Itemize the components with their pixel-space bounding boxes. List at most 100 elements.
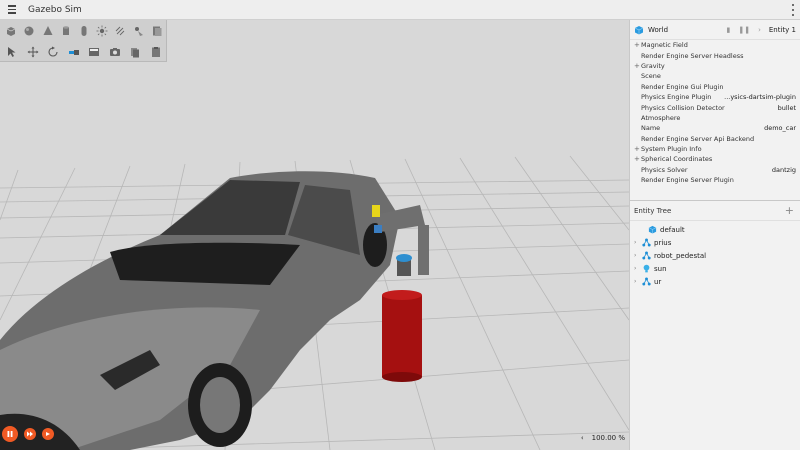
component-value: ...ysics-dartsim-plugin bbox=[724, 93, 796, 102]
rtf-expand-icon[interactable]: ‹ bbox=[581, 434, 584, 442]
tree-item-label: prius bbox=[654, 238, 672, 247]
chevron-right-icon[interactable]: › bbox=[634, 252, 642, 259]
chevron-right-icon[interactable]: › bbox=[634, 265, 642, 272]
tree-item-prius[interactable]: › prius bbox=[630, 236, 800, 249]
box-icon[interactable] bbox=[2, 21, 20, 41]
inspector-title: World bbox=[648, 25, 669, 34]
component-row[interactable]: Render Engine Gui Plugin bbox=[630, 82, 800, 92]
chevron-right-icon[interactable]: › bbox=[758, 26, 761, 34]
real-time-factor: ‹ 100.00 % bbox=[581, 434, 625, 442]
component-row[interactable]: Render Engine Server Api Backend bbox=[630, 134, 800, 144]
component-label: Spherical Coordinates bbox=[641, 155, 713, 164]
world-icon bbox=[648, 225, 657, 234]
rotate-icon[interactable] bbox=[43, 42, 64, 62]
title-bar: Gazebo Sim bbox=[0, 0, 800, 20]
sphere-icon[interactable] bbox=[20, 21, 38, 41]
tree-item-default[interactable]: default bbox=[630, 223, 800, 236]
component-label: Physics Collision Detector bbox=[641, 103, 725, 112]
spot-light-icon[interactable] bbox=[130, 21, 148, 41]
component-label: Physics Engine Plugin bbox=[641, 93, 712, 102]
model-icon bbox=[642, 238, 651, 247]
component-row[interactable]: Render Engine Server Plugin bbox=[630, 175, 800, 185]
entity-id-label: Entity 1 bbox=[768, 25, 796, 34]
screenshot-icon[interactable] bbox=[105, 42, 126, 62]
cone-icon[interactable] bbox=[38, 21, 56, 41]
tree-item-sun[interactable]: › sun bbox=[630, 262, 800, 275]
add-entity-icon[interactable]: + bbox=[785, 204, 794, 217]
ellipsoid-icon[interactable] bbox=[148, 21, 166, 41]
tree-item-label: default bbox=[660, 225, 685, 234]
component-label: Magnetic Field bbox=[641, 41, 688, 50]
scene-render bbox=[0, 155, 629, 450]
scene-toolbar bbox=[0, 20, 167, 62]
component-label: Render Engine Server Plugin bbox=[641, 176, 734, 185]
component-row[interactable]: Scene bbox=[630, 71, 800, 81]
scene-viewport[interactable]: ‹ 100.00 % bbox=[0, 20, 629, 450]
component-value: demo_car bbox=[764, 124, 796, 133]
right-panel: World ▮ ❚❚ › Entity 1 + Magnetic Field Ren… bbox=[629, 20, 800, 450]
model-icon bbox=[642, 251, 651, 260]
component-row[interactable]: Physics Solver dantzig bbox=[630, 165, 800, 175]
component-row[interactable]: Atmosphere bbox=[630, 113, 800, 123]
robot-pedestal bbox=[382, 290, 422, 382]
copy-icon[interactable] bbox=[125, 42, 146, 62]
component-row[interactable]: + Magnetic Field bbox=[630, 40, 800, 50]
cylinder-icon[interactable] bbox=[57, 21, 75, 41]
directional-light-icon[interactable] bbox=[111, 21, 129, 41]
component-label: Render Engine Gui Plugin bbox=[641, 82, 724, 91]
align-icon[interactable] bbox=[64, 42, 85, 62]
entity-tree-title: Entity Tree bbox=[634, 206, 672, 215]
tree-item-label: robot_pedestal bbox=[654, 251, 707, 260]
tree-item-robot-pedestal[interactable]: › robot_pedestal bbox=[630, 249, 800, 262]
select-icon[interactable] bbox=[2, 42, 23, 62]
expand-plus-icon[interactable]: + bbox=[634, 145, 641, 153]
step-forward-button[interactable] bbox=[24, 428, 36, 440]
component-row[interactable]: Physics Collision Detector bullet bbox=[630, 102, 800, 112]
component-row[interactable]: + Gravity bbox=[630, 61, 800, 71]
component-label: Atmosphere bbox=[641, 113, 681, 122]
grid-icon[interactable] bbox=[84, 42, 105, 62]
component-label: Render Engine Server Headless bbox=[641, 51, 744, 60]
component-label: Physics Solver bbox=[641, 165, 688, 174]
paste-icon[interactable] bbox=[146, 42, 167, 62]
component-row[interactable]: Physics Engine Plugin ...ysics-dartsim-pl… bbox=[630, 92, 800, 102]
capsule-icon[interactable] bbox=[75, 21, 93, 41]
expand-plus-icon[interactable]: + bbox=[634, 62, 641, 70]
translate-icon[interactable] bbox=[23, 42, 44, 62]
component-row[interactable]: Name demo_car bbox=[630, 123, 800, 133]
component-list: + Magnetic Field Render Engine Server Head… bbox=[630, 40, 800, 201]
tree-item-ur[interactable]: › ur bbox=[630, 275, 800, 288]
menu-icon[interactable] bbox=[2, 0, 22, 20]
more-options-icon[interactable] bbox=[790, 4, 796, 16]
pause-inspector-icon[interactable]: ❚❚ bbox=[738, 26, 750, 34]
expand-plus-icon[interactable]: + bbox=[634, 155, 641, 163]
component-label: System Plugin Info bbox=[641, 145, 702, 154]
component-label: Scene bbox=[641, 72, 661, 81]
rtf-value: 100.00 % bbox=[591, 434, 625, 442]
pause-button[interactable] bbox=[2, 426, 18, 442]
component-value: bullet bbox=[777, 103, 796, 112]
entity-tree-list: default › prius › robot_pedestal › sun › ur bbox=[630, 221, 800, 288]
component-label: Name bbox=[641, 124, 661, 133]
world-cube-icon bbox=[634, 25, 644, 34]
model-icon bbox=[642, 277, 651, 286]
tree-item-label: ur bbox=[654, 277, 662, 286]
component-inspector-header: World ▮ ❚❚ › Entity 1 bbox=[630, 20, 800, 40]
component-label: Gravity bbox=[641, 61, 665, 70]
lock-icon[interactable]: ▮ bbox=[726, 26, 730, 34]
component-row[interactable]: + Spherical Coordinates bbox=[630, 154, 800, 164]
component-value: dantzig bbox=[771, 165, 796, 174]
expand-plus-icon[interactable]: + bbox=[634, 41, 641, 49]
entity-tree-header: Entity Tree + bbox=[630, 201, 800, 221]
component-row[interactable]: Render Engine Server Headless bbox=[630, 50, 800, 60]
tree-item-label: sun bbox=[654, 264, 667, 273]
sun-light-icon[interactable] bbox=[93, 21, 111, 41]
component-row[interactable]: + System Plugin Info bbox=[630, 144, 800, 154]
app-title: Gazebo Sim bbox=[28, 4, 82, 15]
reset-button[interactable] bbox=[42, 428, 54, 440]
light-icon bbox=[643, 264, 650, 273]
chevron-right-icon[interactable]: › bbox=[634, 278, 642, 285]
playback-controls bbox=[2, 426, 54, 442]
component-label: Render Engine Server Api Backend bbox=[641, 134, 755, 143]
chevron-right-icon[interactable]: › bbox=[634, 239, 642, 246]
